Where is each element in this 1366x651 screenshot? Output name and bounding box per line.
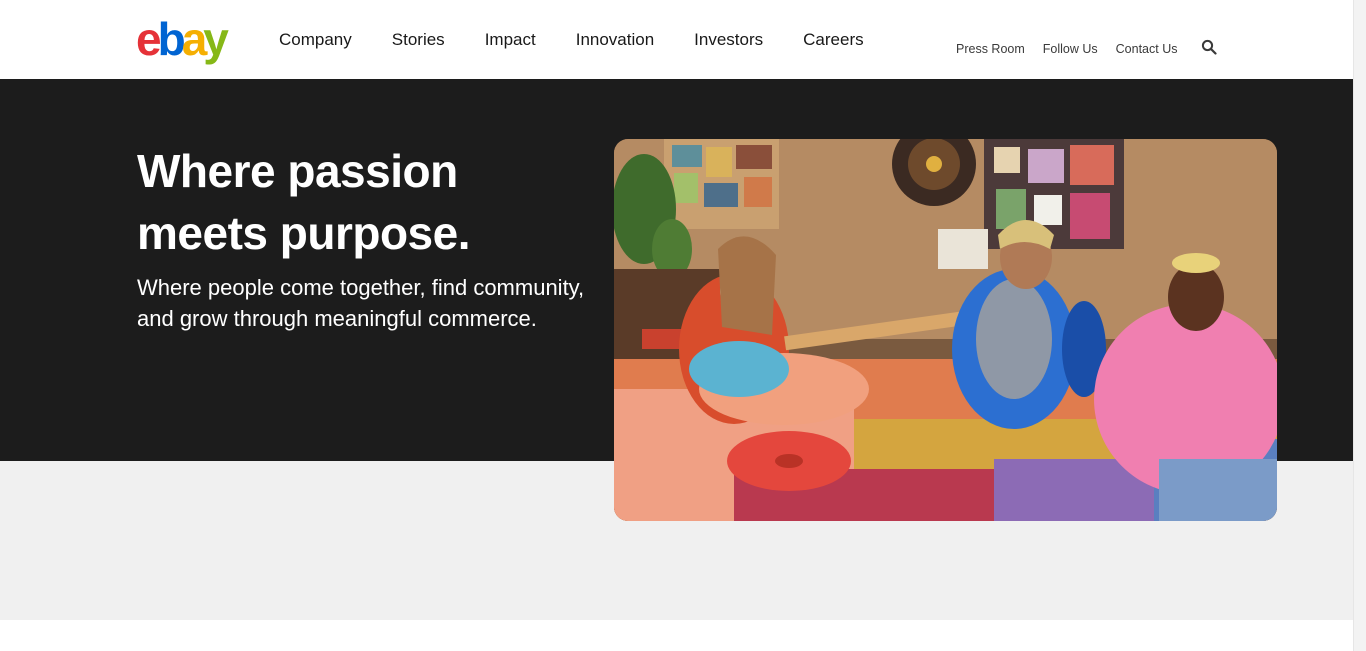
- hero-photo-illustration: [614, 139, 1277, 521]
- site-header: ebay Company Stories Impact Innovation I…: [0, 0, 1353, 79]
- hero-subline: Where people come together, find communi…: [137, 275, 585, 331]
- logo-letter-e: e: [136, 13, 162, 65]
- content-section: [0, 620, 1353, 651]
- logo-letter-y: y: [203, 13, 229, 65]
- search-icon[interactable]: [1201, 39, 1219, 57]
- hero-headline: Where passion meets purpose.: [137, 145, 471, 259]
- util-contact-us[interactable]: Contact Us: [1116, 42, 1178, 56]
- hero-photo: [614, 139, 1277, 521]
- nav-investors[interactable]: Investors: [694, 30, 763, 50]
- page: ebay Company Stories Impact Innovation I…: [0, 0, 1366, 651]
- logo-letter-a: a: [181, 13, 208, 65]
- nav-company[interactable]: Company: [279, 30, 352, 50]
- nav-careers[interactable]: Careers: [803, 30, 863, 50]
- scrollbar[interactable]: [1353, 0, 1366, 651]
- util-press-room[interactable]: Press Room: [956, 42, 1025, 56]
- ebay-logo[interactable]: ebay: [136, 13, 229, 65]
- nav-innovation[interactable]: Innovation: [576, 30, 654, 50]
- util-follow-us[interactable]: Follow Us: [1043, 42, 1098, 56]
- logo-letter-b: b: [157, 13, 186, 65]
- nav-impact[interactable]: Impact: [485, 30, 536, 50]
- main-nav: Company Stories Impact Innovation Invest…: [279, 0, 904, 79]
- nav-stories[interactable]: Stories: [392, 30, 445, 50]
